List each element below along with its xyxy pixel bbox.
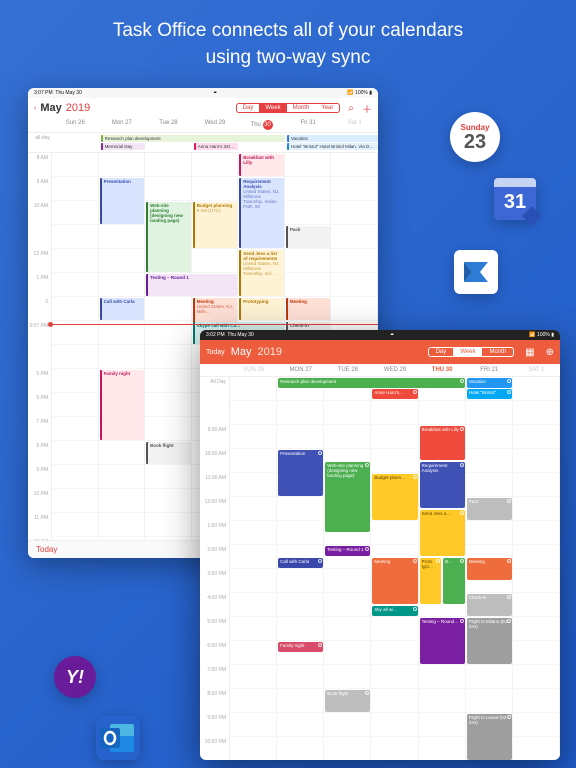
allday-event[interactable]: Vacation — [467, 378, 512, 388]
calendar-event[interactable]: Breakfast with Lilly — [239, 154, 284, 176]
calendar-event[interactable]: Testing – Round 1 — [146, 274, 237, 296]
today-button[interactable]: Today — [206, 349, 225, 356]
allday-event[interactable]: Anne Haro's… — [372, 389, 417, 399]
today-button[interactable]: Today — [36, 545, 57, 554]
calendar-event[interactable]: Meeting — [467, 558, 512, 580]
calendar-header: ‹ May 2019 DayWeekMonthYear ⌕ ＋ — [28, 98, 378, 118]
calendar-event[interactable]: Family night — [100, 370, 145, 440]
status-bar: 3:02 PM Thu May 30 ••• 📶 100% ▮ — [200, 330, 560, 340]
year-label: 2019 — [257, 346, 281, 358]
weekday-header: SUN 26MON 27TUE 28WED 29THU 30FRI 21SAT … — [200, 364, 560, 377]
add-icon[interactable]: ⊕ — [546, 347, 554, 358]
calendar-event[interactable]: Send Jess a… — [420, 510, 465, 556]
allday-row: all-dayResearch plan developmentVacation… — [28, 133, 378, 153]
seg-month[interactable]: Month — [287, 104, 316, 112]
search-icon[interactable]: ⌕ — [348, 103, 354, 114]
calendar-event[interactable]: Web-site planning (designing new landing… — [325, 462, 370, 532]
calendar-event[interactable]: Book flight — [325, 690, 370, 712]
exchange-icon — [454, 250, 498, 294]
calendar-event[interactable]: Meeting — [372, 558, 417, 604]
weekday-header: Sun 26Mon 27Tue 28Wed 29Thu 30Fri 31Sat … — [28, 118, 378, 133]
allday-event[interactable]: Hotel "Bristol" — [467, 389, 512, 399]
calendar-event[interactable]: Flight to Lwowl (02 234) — [467, 714, 512, 760]
hour-grid[interactable]: All Day9:00 AM10:00 AM11:00 AM12:00 PM1:… — [200, 377, 560, 760]
calendar-event[interactable]: Testing – Round… — [420, 618, 465, 664]
calendar-event[interactable]: Requirement Analysis — [420, 462, 465, 508]
seg-week[interactable]: Week — [259, 104, 286, 112]
month-label: May — [231, 346, 252, 358]
allday-event[interactable]: Vacation — [287, 135, 378, 142]
seg-month[interactable]: Month — [482, 348, 513, 356]
allday-event[interactable]: Anna Haro's 34t… — [194, 143, 239, 150]
seg-day[interactable]: Day — [237, 104, 260, 112]
calendar-event[interactable]: Pack — [286, 226, 331, 248]
calendar-event[interactable]: Check-in — [467, 594, 512, 616]
calendar-event[interactable]: Family night — [278, 642, 323, 652]
calendar-event[interactable]: Breakfast with Lilly — [420, 426, 465, 460]
calendar-event[interactable]: Call with Carla — [100, 298, 145, 320]
calendar-event[interactable]: B… — [443, 558, 465, 604]
add-icon[interactable]: ＋ — [362, 101, 372, 116]
view-segmented[interactable]: DayWeekMonthYear — [236, 103, 341, 113]
calendar-event[interactable]: Sky all wi… — [372, 606, 417, 616]
google-calendar-icon: 31 — [494, 178, 536, 220]
seg-day[interactable]: Day — [429, 348, 454, 356]
calendar-app-icon: Sunday23 — [450, 112, 500, 162]
calendar-event[interactable]: Proto typi… — [420, 558, 442, 604]
month-label: May — [40, 102, 61, 114]
seg-year[interactable]: Year — [315, 104, 339, 112]
allday-event[interactable]: Research plan development — [101, 135, 285, 142]
calendar-event[interactable]: Presentation — [100, 178, 145, 224]
calendar-event[interactable]: Testing – Round 1 — [325, 546, 370, 556]
grid-icon[interactable]: ▦ — [525, 347, 534, 358]
calendar-event[interactable]: Call with Carla — [278, 558, 323, 568]
chevron-left-icon[interactable]: ‹ — [34, 105, 36, 112]
calendar-event[interactable]: Flight to Milano (EZ 234) — [467, 618, 512, 664]
calendar-event[interactable]: Meeting — [286, 298, 331, 320]
status-bar: 3:07 PM Thu May 30 ••• 📶 100% ▮ — [28, 88, 378, 98]
allday-event[interactable]: Memorial Day — [101, 143, 146, 150]
allday-event[interactable]: Hotel "Bristol" Hotel Bristol Milan, Via… — [287, 143, 378, 150]
outlook-icon — [96, 716, 140, 760]
calendar-event[interactable]: Send Jess a list of requirementsUnited S… — [239, 250, 284, 296]
tablet-orange: 3:02 PM Thu May 30 ••• 📶 100% ▮ Today Ma… — [200, 330, 560, 760]
hero-text: Task Office connects all of your calenda… — [0, 0, 576, 83]
view-segmented[interactable]: DayWeekMonth — [428, 347, 515, 357]
year-label: 2019 — [66, 102, 90, 114]
yahoo-icon: Y! — [54, 656, 96, 698]
calendar-event[interactable]: Budget plann… — [372, 474, 417, 520]
seg-week[interactable]: Week — [453, 348, 482, 356]
calendar-event[interactable]: Budget planning9 AM (UTC) — [193, 202, 238, 248]
calendar-header: Today May 2019 DayWeekMonth ▦ ⊕ — [200, 340, 560, 364]
calendar-event[interactable]: Book flight — [146, 442, 191, 464]
calendar-event[interactable]: Prototyping — [239, 298, 284, 320]
calendar-event[interactable]: Presentation — [278, 450, 323, 496]
calendar-event[interactable]: Pack — [467, 498, 512, 520]
calendar-event[interactable]: Web-site planning (designing new landing… — [146, 202, 191, 272]
allday-event[interactable]: Research plan development — [278, 378, 465, 388]
now-indicator — [52, 324, 378, 325]
calendar-event[interactable]: Requirement AnalysisUnited States, NJ, M… — [239, 178, 284, 248]
